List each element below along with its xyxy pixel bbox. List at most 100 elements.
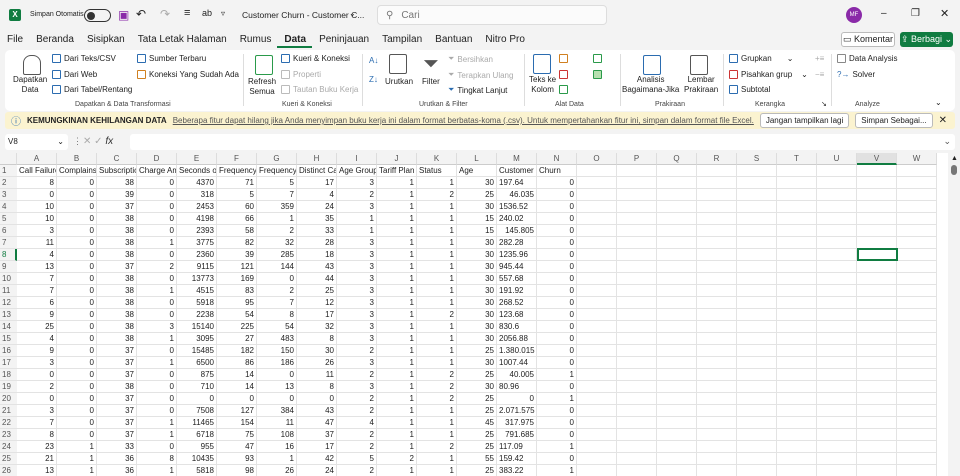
cell-U17[interactable]	[817, 357, 857, 369]
cell-K7[interactable]: 1	[417, 237, 457, 249]
cell-B20[interactable]: 0	[57, 393, 97, 405]
cell-E9[interactable]: 9115	[177, 261, 217, 273]
cell-P6[interactable]	[617, 225, 657, 237]
cell-T16[interactable]	[777, 345, 817, 357]
cell-C4[interactable]: 37	[97, 201, 137, 213]
cell-N21[interactable]: 0	[537, 405, 577, 417]
cell-T12[interactable]	[777, 297, 817, 309]
cell-C18[interactable]: 37	[97, 369, 137, 381]
what-if-analysis-button[interactable]: Analisis Bagaimana-Jika	[622, 75, 679, 94]
cell-F6[interactable]: 58	[217, 225, 257, 237]
cell-C25[interactable]: 36	[97, 453, 137, 465]
cell-D17[interactable]: 1	[137, 357, 177, 369]
cell-R8[interactable]	[697, 249, 737, 261]
cell-K14[interactable]: 1	[417, 321, 457, 333]
cell-R24[interactable]	[697, 441, 737, 453]
cell-O21[interactable]	[577, 405, 617, 417]
column-header-A[interactable]: A	[17, 153, 57, 165]
cell-I10[interactable]: 3	[337, 273, 377, 285]
warning-message-link[interactable]: Beberapa fitur dapat hilang jika Anda me…	[173, 116, 754, 125]
cell-G7[interactable]: 32	[257, 237, 297, 249]
cell-C17[interactable]: 37	[97, 357, 137, 369]
cell-V20[interactable]	[857, 393, 897, 405]
cell-S22[interactable]	[737, 417, 777, 429]
cell-T26[interactable]	[777, 465, 817, 476]
cell-Q19[interactable]	[657, 381, 697, 393]
cell-Q6[interactable]	[657, 225, 697, 237]
cell-W17[interactable]	[897, 357, 937, 369]
customize-qat-icon[interactable]: ▿	[221, 9, 225, 18]
cell-D23[interactable]: 1	[137, 429, 177, 441]
cell-H18[interactable]: 11	[297, 369, 337, 381]
cell-R4[interactable]	[697, 201, 737, 213]
cell-N19[interactable]: 0	[537, 381, 577, 393]
cell-P26[interactable]	[617, 465, 657, 476]
cell-T6[interactable]	[777, 225, 817, 237]
cell-D2[interactable]: 0	[137, 177, 177, 189]
cell-U6[interactable]	[817, 225, 857, 237]
cell-V10[interactable]	[857, 273, 897, 285]
cell-C12[interactable]: 38	[97, 297, 137, 309]
cell-R23[interactable]	[697, 429, 737, 441]
cell-L23[interactable]: 25	[457, 429, 497, 441]
cell-H1[interactable]: Distinct Ca	[297, 165, 337, 177]
minimize-icon[interactable]: –	[881, 8, 887, 19]
cell-T14[interactable]	[777, 321, 817, 333]
cell-D26[interactable]: 1	[137, 465, 177, 476]
column-header-J[interactable]: J	[377, 153, 417, 165]
cell-O23[interactable]	[577, 429, 617, 441]
cell-I14[interactable]: 3	[337, 321, 377, 333]
cell-N22[interactable]: 0	[537, 417, 577, 429]
cell-S13[interactable]	[737, 309, 777, 321]
cell-K25[interactable]: 1	[417, 453, 457, 465]
cell-W24[interactable]	[897, 441, 937, 453]
cell-O9[interactable]	[577, 261, 617, 273]
cell-O16[interactable]	[577, 345, 617, 357]
cell-V17[interactable]	[857, 357, 897, 369]
restore-icon[interactable]: ❐	[911, 8, 920, 19]
cell-U2[interactable]	[817, 177, 857, 189]
cell-L9[interactable]: 30	[457, 261, 497, 273]
cell-C22[interactable]: 37	[97, 417, 137, 429]
tab-sisipkan[interactable]: Sisipkan	[80, 32, 131, 48]
cell-R16[interactable]	[697, 345, 737, 357]
cell-L15[interactable]: 30	[457, 333, 497, 345]
clear-button[interactable]: ⏷ Bersihkan	[448, 54, 493, 64]
cell-U9[interactable]	[817, 261, 857, 273]
cell-L10[interactable]: 30	[457, 273, 497, 285]
cell-W13[interactable]	[897, 309, 937, 321]
cell-F12[interactable]: 95	[217, 297, 257, 309]
cell-L13[interactable]: 30	[457, 309, 497, 321]
cell-H6[interactable]: 33	[297, 225, 337, 237]
cell-O19[interactable]	[577, 381, 617, 393]
cell-Q3[interactable]	[657, 189, 697, 201]
cell-T19[interactable]	[777, 381, 817, 393]
cell-J1[interactable]: Tariff Plan	[377, 165, 417, 177]
select-all-corner[interactable]	[0, 153, 17, 165]
cell-O17[interactable]	[577, 357, 617, 369]
row-header-9[interactable]: 9	[0, 261, 17, 273]
cell-R1[interactable]	[697, 165, 737, 177]
cell-H17[interactable]: 26	[297, 357, 337, 369]
cell-M18[interactable]: 40.005	[497, 369, 537, 381]
cell-B9[interactable]: 0	[57, 261, 97, 273]
cell-G26[interactable]: 26	[257, 465, 297, 476]
cell-K11[interactable]: 1	[417, 285, 457, 297]
cell-Q2[interactable]	[657, 177, 697, 189]
cell-I7[interactable]: 3	[337, 237, 377, 249]
cell-A16[interactable]: 9	[17, 345, 57, 357]
cell-N14[interactable]: 0	[537, 321, 577, 333]
cell-W21[interactable]	[897, 405, 937, 417]
cell-B18[interactable]: 0	[57, 369, 97, 381]
column-header-W[interactable]: W	[897, 153, 937, 165]
cell-G11[interactable]: 2	[257, 285, 297, 297]
cell-L22[interactable]: 45	[457, 417, 497, 429]
cell-Q11[interactable]	[657, 285, 697, 297]
cell-E2[interactable]: 4370	[177, 177, 217, 189]
cell-I16[interactable]: 2	[337, 345, 377, 357]
close-warning-icon[interactable]: ✕	[939, 115, 947, 126]
cell-H24[interactable]: 17	[297, 441, 337, 453]
redo-icon[interactable]: ↷	[160, 7, 170, 21]
cell-T25[interactable]	[777, 453, 817, 465]
cell-U15[interactable]	[817, 333, 857, 345]
